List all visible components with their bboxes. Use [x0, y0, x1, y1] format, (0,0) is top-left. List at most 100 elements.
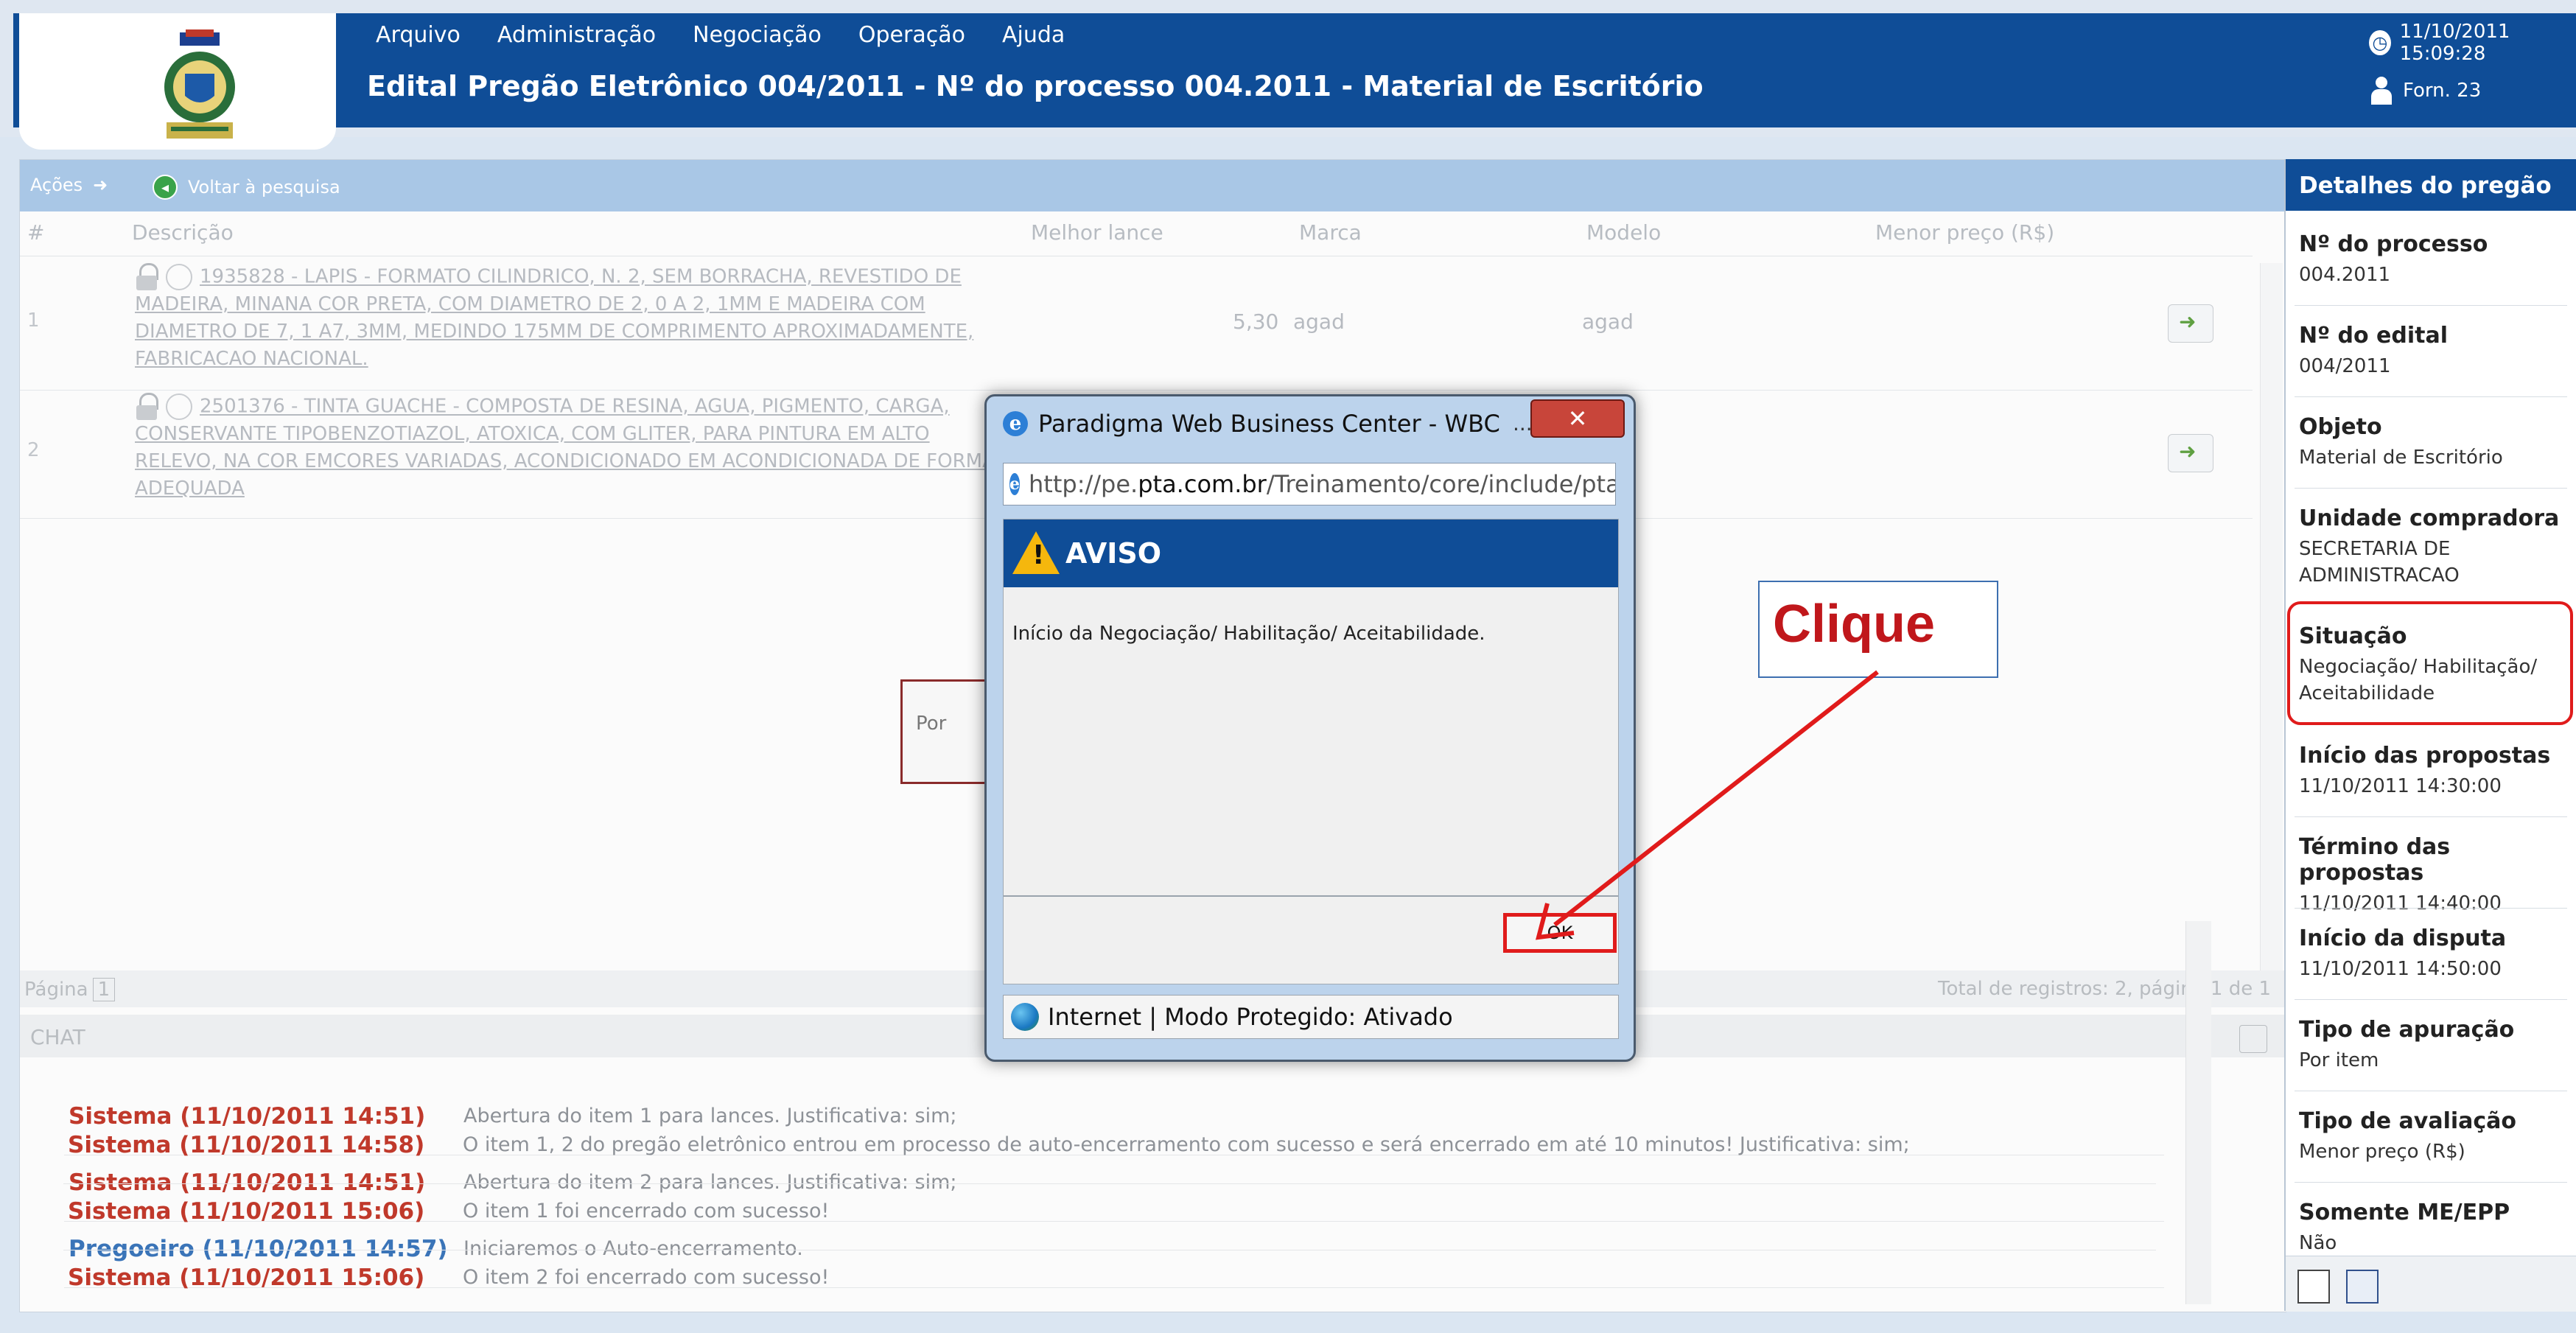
row-modelo: agad — [1582, 309, 1634, 334]
field-label: Unidade compradora — [2299, 505, 2560, 531]
back-to-search-button[interactable]: ◂ Voltar à pesquisa — [153, 175, 340, 200]
aviso-title: AVISO — [1065, 537, 1162, 570]
divider — [2295, 305, 2567, 306]
divider — [2295, 999, 2567, 1000]
field-value: 11/10/2011 14:30:00 — [2299, 775, 2502, 797]
callout-text: Clique — [1773, 595, 1936, 654]
chat-sender: Sistema (11/10/2011 15:06) — [68, 1198, 425, 1225]
arrow-right-icon: ➜ — [93, 175, 108, 195]
row-description[interactable]: 1935828 - LAPIS - FORMATO CILINDRICO, N.… — [135, 263, 1004, 373]
aviso-header: ! AVISO — [1004, 519, 1618, 587]
col-marca[interactable]: Marca — [1299, 220, 1362, 245]
menu-negociacao[interactable]: Negociação — [693, 22, 822, 48]
menu-bar: Arquivo Administração Negociação Operaçã… — [376, 22, 1065, 48]
field-processo: Nº do processo 004.2011 — [2299, 231, 2572, 288]
edit-icon[interactable] — [2297, 1270, 2330, 1304]
chat-text: Abertura do item 1 para lances. Justific… — [463, 1105, 957, 1127]
address-bar: e http://pe.pta.com.br/Treinamento/core/… — [1003, 463, 1616, 505]
row-description[interactable]: 2501376 - TINTA GUACHE - COMPOSTA DE RES… — [135, 393, 1004, 503]
divider — [1004, 895, 1618, 897]
internet-explorer-icon: e — [1003, 411, 1028, 436]
table-row: 1 1935828 - LAPIS - FORMATO CILINDRICO, … — [20, 263, 2253, 388]
user-info: Forn. 23 — [2369, 77, 2481, 105]
row-marca: agad — [1293, 309, 1345, 334]
col-modelo[interactable]: Modelo — [1586, 220, 1661, 245]
divider — [2295, 488, 2567, 489]
col-descricao[interactable]: Descrição — [132, 220, 234, 245]
close-button[interactable]: ✕ — [1530, 399, 1625, 438]
field-inicio-disputa: Início da disputa 11/10/2011 14:50:00 — [2299, 926, 2572, 982]
field-value: SECRETARIA DE ADMINISTRACAO — [2299, 538, 2460, 587]
status-circle-icon — [166, 264, 192, 290]
field-label: Tipo de avaliação — [2299, 1108, 2517, 1134]
field-label: Tipo de apuração — [2299, 1017, 2515, 1043]
row-lance: 5,30 — [1233, 309, 1279, 334]
field-label: Término das propostas — [2299, 834, 2451, 886]
window-restore-icon[interactable] — [2239, 1025, 2267, 1053]
back-label: Voltar à pesquisa — [188, 177, 340, 197]
field-value: Menor preço (R$) — [2299, 1141, 2465, 1163]
details-title: Detalhes do pregão — [2299, 172, 2552, 199]
details-footer — [2286, 1256, 2576, 1312]
chat-title: CHAT — [30, 1025, 85, 1049]
field-value: 11/10/2011 14:50:00 — [2299, 958, 2502, 980]
field-value: 004.2011 — [2299, 264, 2391, 286]
report-icon[interactable] — [2346, 1270, 2379, 1304]
total-records: Total de registros: 2, página 1 de 1 — [1938, 978, 2271, 1000]
menu-operacao[interactable]: Operação — [858, 22, 965, 48]
chat-sender: Sistema (11/10/2011 15:06) — [68, 1264, 425, 1291]
url: http://pe.pta.com.br/Treinamento/core/in… — [1029, 470, 1616, 498]
field-label: Início das propostas — [2299, 743, 2551, 769]
col-melhor-lance[interactable]: Melhor lance — [1031, 220, 1163, 245]
actions-menu[interactable]: Ações ➜ — [30, 175, 108, 195]
alert-dialog: e Paradigma Web Business Center - WBC ..… — [984, 394, 1636, 1062]
url-path: /Treinamento/core/include/pta_w — [1266, 470, 1616, 498]
grid-scrollbar[interactable] — [2260, 263, 2283, 970]
actions-bar: Ações ➜ ◂ Voltar à pesquisa — [20, 160, 2286, 211]
dialog-body: ! AVISO Início da Negociação/ Habilitaçã… — [1003, 519, 1619, 984]
details-panel: Detalhes do pregão Nº do processo 004.201… — [2284, 159, 2576, 1312]
chat-sender: Sistema (11/10/2011 14:58) — [68, 1132, 425, 1158]
field-value: Não — [2299, 1232, 2337, 1254]
field-tipo-apuracao: Tipo de apuração Por item — [2299, 1017, 2572, 1074]
logo — [19, 13, 336, 150]
menu-arquivo[interactable]: Arquivo — [376, 22, 461, 48]
chat-message: Sistema (11/10/2011 15:06) O item 2 foi … — [19, 1264, 2156, 1319]
status-circle-icon — [166, 393, 192, 420]
col-menor-preco[interactable]: Menor preço (R$) — [1875, 220, 2054, 245]
actions-label: Ações — [30, 175, 83, 195]
status-text: Internet | Modo Protegido: Ativado — [1048, 1003, 1453, 1031]
row-action-button[interactable] — [2168, 304, 2213, 343]
page-input[interactable]: 1 — [92, 978, 116, 1001]
divider — [2295, 908, 2567, 909]
field-label: Nº do processo — [2299, 231, 2488, 257]
field-value: Material de Escritório — [2299, 447, 2503, 469]
field-value: 004/2011 — [2299, 355, 2391, 377]
field-unidade: Unidade compradora SECRETARIA DE ADMINIST… — [2299, 505, 2572, 589]
details-header: Detalhes do pregão — [2286, 159, 2576, 211]
menu-ajuda[interactable]: Ajuda — [1002, 22, 1065, 48]
back-icon: ◂ — [153, 175, 178, 200]
field-somente-me-epp: Somente ME/EPP Não — [2299, 1200, 2572, 1256]
user-name: Forn. 23 — [2403, 80, 2482, 102]
row-action-button[interactable] — [2168, 434, 2213, 472]
row-description-text: 1935828 - LAPIS - FORMATO CILINDRICO, N.… — [135, 265, 974, 371]
page-label: Página — [24, 979, 88, 1001]
field-edital: Nº do edital 004/2011 — [2299, 323, 2572, 379]
status-bar: Internet | Modo Protegido: Ativado — [1003, 995, 1619, 1039]
menu-administracao[interactable]: Administração — [497, 22, 656, 48]
lock-icon — [135, 393, 158, 421]
chat-text: O item 1, 2 do pregão eletrônico entrou … — [463, 1133, 1910, 1156]
chat-scrollbar[interactable] — [2185, 921, 2211, 1304]
row-number: 1 — [27, 309, 40, 332]
row-description-text: 2501376 - TINTA GUACHE - COMPOSTA DE RES… — [135, 395, 995, 500]
ok-button[interactable]: OK — [1503, 913, 1617, 953]
situacao-highlight — [2287, 601, 2573, 725]
field-inicio-propostas: Início das propostas 11/10/2011 14:30:00 — [2299, 743, 2572, 800]
field-value: 11/10/2011 14:40:00 — [2299, 892, 2502, 914]
page-control: Página 1 — [24, 978, 116, 1001]
divider — [2295, 396, 2567, 397]
clock: ◷ 11/10/2011 15:09:28 — [2369, 21, 2576, 65]
dialog-message: Início da Negociação/ Habilitação/ Aceit… — [1012, 623, 1485, 645]
col-num: # — [27, 220, 45, 245]
